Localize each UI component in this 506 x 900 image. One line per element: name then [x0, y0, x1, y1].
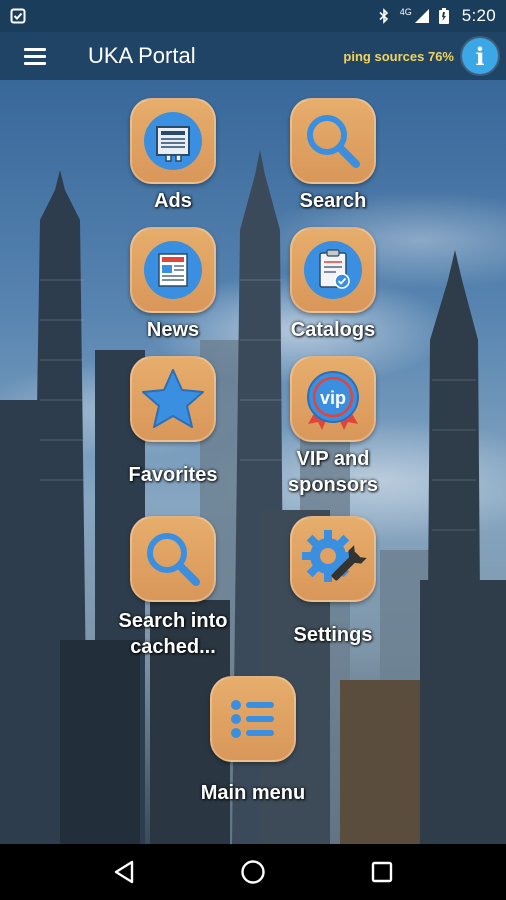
info-button[interactable]: i	[462, 38, 498, 74]
ping-sources-status: ping sources 76%	[343, 49, 454, 64]
vip-sponsors-label: VIP and sponsors	[253, 446, 413, 498]
download-check-icon	[10, 8, 26, 24]
search-cached-tile-button[interactable]	[130, 516, 216, 602]
home-circle-icon	[241, 860, 265, 884]
news-label: News	[146, 319, 200, 341]
settings-tile-button[interactable]	[290, 516, 376, 602]
newspaper-ad-icon	[144, 112, 202, 170]
main-menu-tile[interactable]: Main menu	[173, 676, 333, 806]
main-menu-tile-button[interactable]	[210, 676, 296, 762]
recents-button[interactable]	[357, 847, 407, 897]
status-bar: 4G 5:20	[0, 0, 506, 32]
app-title: UKA Portal	[88, 43, 196, 68]
vip-label-line2: sponsors	[287, 474, 379, 496]
magnifier-icon	[307, 115, 360, 168]
ads-tile[interactable]: Ads	[93, 98, 253, 214]
search-cached-line2: cached...	[130, 636, 216, 658]
vip-label-line1: VIP and	[296, 448, 370, 470]
catalogs-label: Catalogs	[290, 319, 376, 341]
ads-label: Ads	[154, 190, 192, 212]
news-tile[interactable]: News	[93, 227, 253, 343]
search-cached-tile[interactable]: Search into cached...	[93, 516, 253, 660]
favorites-tile-button[interactable]	[130, 356, 216, 442]
catalogs-tile-button[interactable]	[290, 227, 376, 313]
vip-sponsors-tile-button[interactable]: vip	[290, 356, 376, 442]
ping-percent: 76%	[427, 48, 454, 64]
vip-badge-icon: vip	[307, 371, 359, 430]
ping-label: ping sources	[343, 48, 425, 64]
catalogs-tile[interactable]: Catalogs	[253, 227, 413, 343]
signal-icon	[414, 8, 430, 24]
settings-label: Settings	[293, 624, 373, 646]
news-tile-button[interactable]	[130, 227, 216, 313]
bluetooth-icon	[376, 8, 392, 24]
ads-tile-button[interactable]	[130, 98, 216, 184]
system-nav-bar	[0, 844, 506, 900]
search-tile[interactable]: Search	[253, 98, 413, 214]
list-menu-icon	[231, 700, 274, 738]
star-icon	[142, 369, 204, 428]
app-bar: UKA Portal ping sources 76% i	[0, 32, 506, 80]
battery-icon	[438, 8, 454, 24]
search-cached-label: Search into cached...	[93, 608, 253, 660]
hamburger-menu-button[interactable]	[0, 32, 70, 80]
back-triangle-icon	[115, 860, 134, 884]
back-button[interactable]	[99, 847, 149, 897]
recents-square-icon	[371, 861, 392, 883]
status-time: 5:20	[461, 6, 496, 25]
search-tile-button[interactable]	[290, 98, 376, 184]
svg-text:vip: vip	[320, 388, 346, 408]
search-cached-line1: Search into	[118, 610, 228, 632]
favorites-label: Favorites	[128, 464, 218, 486]
search-label: Search	[299, 190, 367, 212]
settings-tile[interactable]: Settings	[253, 516, 413, 648]
home-button[interactable]	[228, 847, 278, 897]
magnifier-icon	[147, 533, 200, 586]
catalog-clipboard-icon	[304, 241, 362, 299]
gear-wrench-icon	[302, 530, 367, 582]
news-icon	[144, 241, 202, 299]
hamburger-icon	[24, 48, 46, 65]
main-menu-label: Main menu	[200, 782, 306, 804]
info-icon: i	[475, 41, 485, 71]
network-type-label: 4G	[399, 7, 412, 17]
favorites-tile[interactable]: Favorites	[93, 356, 253, 488]
vip-sponsors-tile[interactable]: vip VIP and sponsors	[253, 356, 413, 498]
